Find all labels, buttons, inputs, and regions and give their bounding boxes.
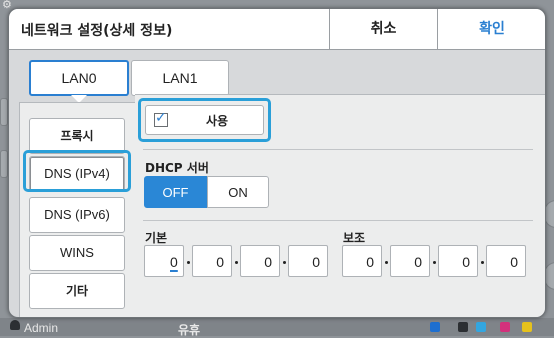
background-panel-edge: [0, 98, 8, 126]
cancel-button[interactable]: 취소: [329, 9, 437, 49]
ip-dot: [433, 261, 436, 264]
primary-dns-octet-1-value: 0: [170, 254, 178, 270]
primary-dns-octet-3[interactable]: 0: [240, 245, 280, 277]
divider: [143, 149, 533, 150]
nav-item-wins[interactable]: WINS: [29, 235, 125, 271]
ink-yellow-icon: [522, 322, 532, 332]
primary-dns-octet-1[interactable]: 0: [144, 245, 184, 277]
checkmark-icon: ✓: [155, 110, 167, 126]
ink-black-icon: [458, 322, 468, 332]
primary-dns-label: 기본: [145, 231, 168, 245]
nav-selection-highlight: [23, 150, 131, 192]
ink-cyan-icon: [430, 322, 440, 332]
nav-item-other[interactable]: 기타: [29, 273, 125, 309]
ip-dot: [385, 261, 388, 264]
ip-dot: [187, 261, 190, 264]
primary-dns-octet-2[interactable]: 0: [192, 245, 232, 277]
divider: [143, 220, 533, 221]
tab-lan1[interactable]: LAN1: [131, 60, 229, 96]
secondary-dns-octet-2[interactable]: 0: [390, 245, 430, 277]
confirm-button[interactable]: 확인: [437, 9, 545, 49]
nav-item-proxy[interactable]: 프록시: [29, 118, 125, 154]
network-settings-dialog: 네트워크 설정(상세 정보) 취소 확인 LAN0 LAN1 프록시 DNS (…: [8, 8, 546, 318]
user-icon: [10, 320, 20, 330]
use-label: 사용: [206, 114, 229, 128]
use-toggle-button[interactable]: ✓ 사용: [145, 105, 264, 135]
dhcp-off-button[interactable]: OFF: [144, 176, 207, 208]
ip-dot: [283, 261, 286, 264]
nav-item-dns-ipv6[interactable]: DNS (IPv6): [29, 197, 125, 233]
background-panel-edge: [0, 150, 8, 178]
category-nav: 프록시 DNS (IPv4) DNS (IPv6) WINS 기타: [19, 102, 136, 317]
ink-cyan-level-icon: [476, 322, 486, 332]
secondary-dns-label: 보조: [343, 231, 366, 245]
dialog-title: 네트워크 설정(상세 정보): [21, 23, 173, 39]
device-status: 유휴: [178, 323, 201, 337]
status-bar: Admin 유휴: [0, 318, 554, 337]
secondary-dns-octet-3[interactable]: 0: [438, 245, 478, 277]
tab-lan0[interactable]: LAN0: [29, 60, 129, 96]
secondary-dns-octet-1[interactable]: 0: [342, 245, 382, 277]
dhcp-on-button[interactable]: ON: [207, 176, 269, 208]
dhcp-server-label: DHCP 서버: [145, 161, 209, 175]
primary-dns-octet-4[interactable]: 0: [288, 245, 328, 277]
use-checkbox[interactable]: ✓: [154, 110, 168, 127]
ip-dot: [481, 261, 484, 264]
dialog-title-bar: 네트워크 설정(상세 정보) 취소 확인: [9, 9, 545, 50]
user-name: Admin: [24, 321, 59, 335]
ink-magenta-icon: [500, 322, 510, 332]
secondary-dns-octet-4[interactable]: 0: [486, 245, 526, 277]
ip-dot: [235, 261, 238, 264]
